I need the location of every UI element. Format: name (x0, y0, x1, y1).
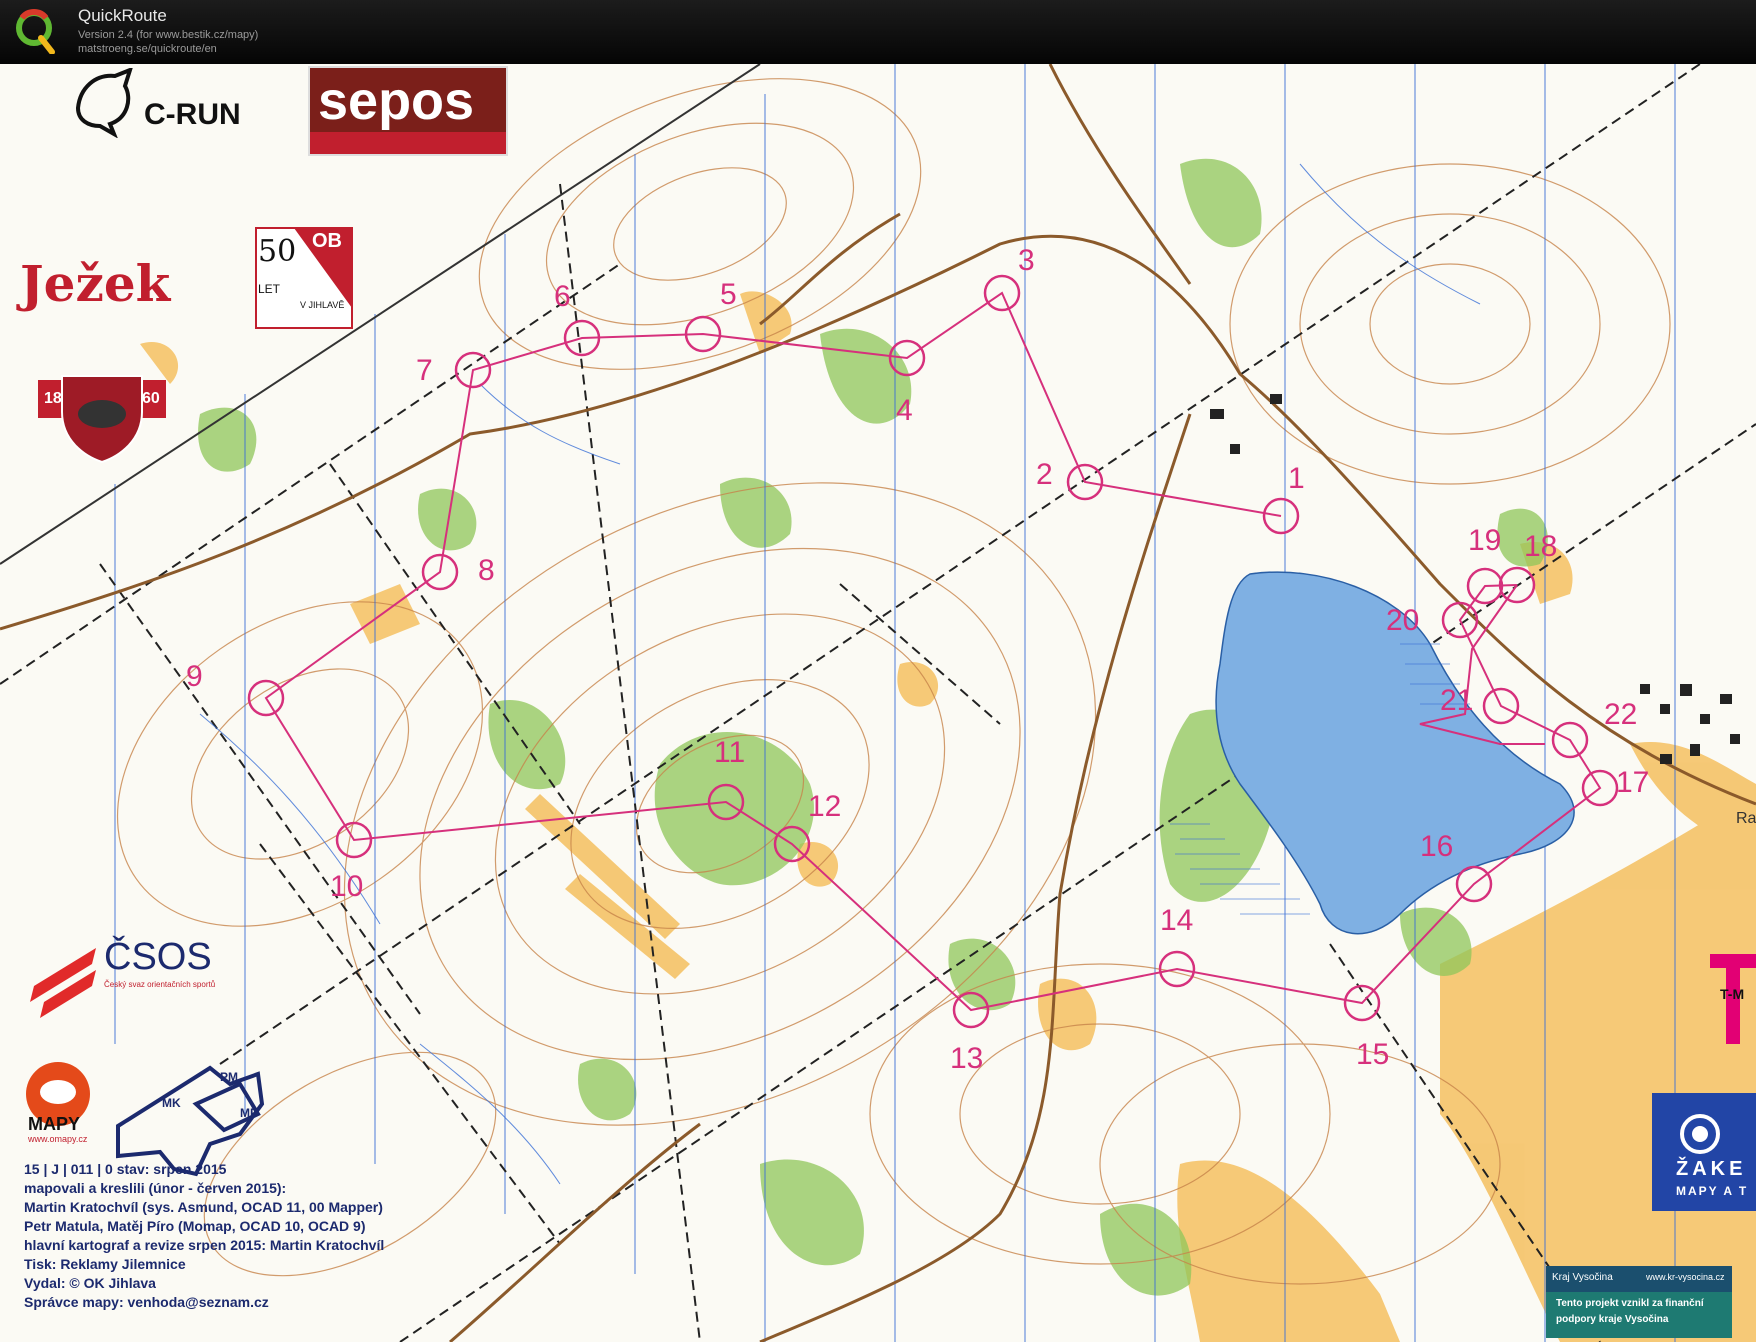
credit-line: Tisk: Reklamy Jilemnice (24, 1256, 186, 1272)
control-number-17: 17 (1616, 766, 1650, 799)
zakey-text: ŽAKE (1676, 1158, 1747, 1180)
jezek-year-left: 18 (44, 390, 62, 407)
control-number-22: 22 (1604, 698, 1638, 731)
control-number-11: 11 (714, 736, 746, 769)
kraj-line2: podpory kraje Vysočina (1556, 1314, 1669, 1325)
region-mp: MP (240, 1106, 258, 1120)
sepos-stripe (310, 132, 506, 154)
omapy-url: www.omapy.cz (28, 1134, 88, 1144)
credit-line: hlavní kartograf a revize srpen 2015: Ma… (24, 1237, 385, 1253)
sepos-text: sepos (318, 71, 475, 131)
region-mk: MK (162, 1096, 181, 1110)
ob50-ob: OB (312, 230, 342, 252)
jezek-title: Ježek (20, 254, 171, 313)
control-number-15: 15 (1356, 1038, 1390, 1071)
control-number-14: 14 (1160, 904, 1194, 937)
omapy-text: MAPY (28, 1114, 81, 1134)
control-number-5: 5 (720, 278, 737, 311)
control-number-12: 12 (808, 790, 842, 823)
control-number-6: 6 (554, 280, 571, 313)
control-number-20: 20 (1386, 604, 1420, 637)
tmobile-text: T-M (1720, 986, 1745, 1002)
credit-line: mapovali a kreslili (únor - červen 2015)… (24, 1180, 287, 1196)
crun-logo: C-RUN (70, 68, 250, 138)
control-number-1: 1 (1288, 462, 1305, 495)
jezek-year-right: 60 (142, 390, 160, 407)
ob50-place: V JIHLAVĚ (300, 300, 345, 310)
region-outline-icon (116, 1065, 265, 1177)
kraj-line1: Tento projekt vznikl za finanční (1556, 1298, 1704, 1309)
credit-line: Martin Kratochvíl (sys. Asmund, OCAD 11,… (24, 1199, 383, 1215)
control-number-18: 18 (1524, 530, 1558, 563)
control-number-8: 8 (478, 554, 495, 587)
map-credits: 15 | J | 011 | 0 stav: srpen 2015 mapova… (24, 1160, 384, 1312)
credit-line: Vydal: © OK Jihlava (24, 1275, 156, 1291)
control-number-3: 3 (1018, 244, 1035, 277)
control-number-16: 16 (1420, 830, 1454, 863)
csos-logo-icon (30, 948, 96, 1018)
csos-subtitle: Český svaz orientačních sportů (104, 980, 216, 989)
control-number-10: 10 (330, 870, 364, 903)
zakey-subtitle: MAPY A T (1676, 1184, 1749, 1198)
kraj-name: Kraj Vysočina (1552, 1272, 1613, 1283)
ob50-let: LET (258, 282, 281, 296)
crun-text: C-RUN (144, 98, 241, 131)
control-number-13: 13 (950, 1042, 984, 1075)
control-number-2: 2 (1036, 458, 1053, 491)
region-pm: PM (220, 1070, 238, 1084)
csos-text: ČSOS (104, 936, 212, 978)
app-url: matstroeng.se/quickroute/en (78, 43, 217, 55)
map-edge-text: Ra (1736, 810, 1756, 827)
app-title-bar: QuickRoute Version 2.4 (for www.bestik.c… (0, 0, 1756, 64)
sepos-logo: sepos (308, 66, 508, 156)
control-number-7: 7 (416, 354, 433, 387)
app-name: QuickRoute (78, 6, 167, 25)
control-number-21: 21 (1440, 684, 1474, 717)
ob50-years: 1965-2015 (298, 313, 342, 323)
credit-line: Petr Matula, Matěj Píro (Momap, OCAD 10,… (24, 1218, 366, 1234)
credit-line: 15 | J | 011 | 0 stav: srpen 2015 (24, 1161, 227, 1177)
credit-line: Správce mapy: venhoda@seznam.cz (24, 1294, 269, 1310)
kraj-vysocina-panel: Kraj Vysočina www.kr-vysocina.cz Tento p… (1546, 1266, 1732, 1338)
control-number-19: 19 (1468, 524, 1502, 557)
app-version: Version 2.4 (for www.bestik.cz/mapy) (78, 29, 259, 41)
ob50-number: 50 (258, 234, 297, 269)
kraj-url: www.kr-vysocina.cz (1646, 1272, 1725, 1282)
quickroute-logo-icon (16, 9, 55, 54)
control-number-4: 4 (896, 394, 913, 427)
control-number-9: 9 (186, 660, 203, 693)
orienteering-map[interactable]: C-RUN sepos Ježek 18 60 50 OB LET V JIHL… (0, 64, 1756, 1342)
panther-icon (75, 68, 133, 138)
